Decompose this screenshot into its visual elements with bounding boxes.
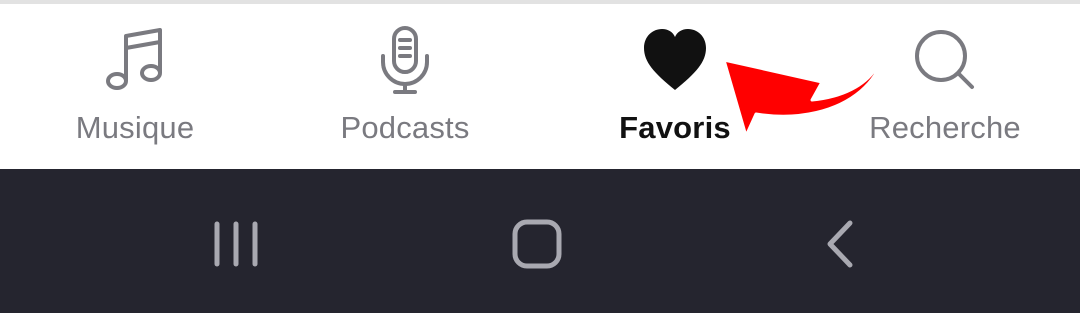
search-icon xyxy=(915,30,974,89)
music-note-icon xyxy=(106,28,162,90)
tab-musique[interactable]: Musique xyxy=(0,4,270,169)
app-screen: Musique Podcasts Favoris Recherche xyxy=(0,0,1080,313)
tab-label: Favoris xyxy=(619,110,731,145)
microphone-icon xyxy=(381,26,429,94)
tab-favoris[interactable]: Favoris xyxy=(540,4,810,169)
tab-recherche[interactable]: Recherche xyxy=(810,4,1080,169)
heart-icon xyxy=(644,29,706,90)
tab-podcasts[interactable]: Podcasts xyxy=(270,4,540,169)
recent-apps-button[interactable] xyxy=(186,191,286,291)
system-navigation-bar xyxy=(0,169,1080,313)
recent-apps-icon xyxy=(214,221,258,267)
back-icon xyxy=(827,220,853,268)
bottom-tab-bar: Musique Podcasts Favoris Recherche xyxy=(0,4,1080,169)
tab-label: Musique xyxy=(75,110,195,145)
home-icon xyxy=(512,219,562,269)
home-button[interactable] xyxy=(487,191,587,291)
back-button[interactable] xyxy=(790,191,890,291)
tab-label: Podcasts xyxy=(340,110,470,145)
tab-label: Recherche xyxy=(869,110,1021,145)
